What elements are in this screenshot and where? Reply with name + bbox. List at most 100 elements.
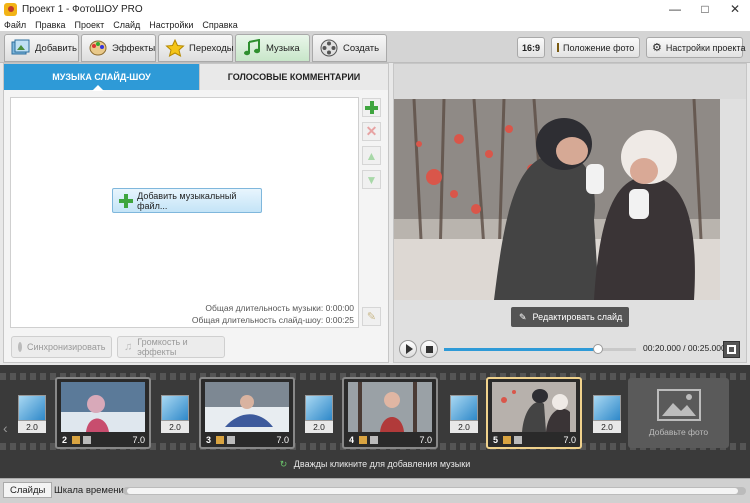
plus-icon xyxy=(365,101,378,114)
slide-item[interactable]: 3 7.0 xyxy=(199,377,295,449)
edit-slide-label: Редактировать слайд xyxy=(532,312,623,322)
tab-create[interactable]: Создать xyxy=(312,34,387,62)
slide-thumbnail xyxy=(61,382,145,432)
menu-file[interactable]: Файл xyxy=(4,20,26,30)
close-button[interactable]: ✕ xyxy=(720,0,750,18)
music-note-icon xyxy=(242,38,262,58)
sync-icon xyxy=(18,342,22,352)
view-switcher-bar: Слайды Шкала времени xyxy=(0,478,750,503)
slide-duration: 7.0 xyxy=(563,435,576,445)
maximize-button[interactable]: □ xyxy=(690,0,720,18)
add-track-button[interactable] xyxy=(362,98,381,117)
transition-duration: 2.0 xyxy=(305,421,333,433)
sound-icon[interactable] xyxy=(83,436,91,444)
menu-help[interactable]: Справка xyxy=(202,20,237,30)
tab-transitions[interactable]: Переходы xyxy=(158,34,234,62)
sound-icon[interactable] xyxy=(514,436,522,444)
add-photo-placeholder[interactable]: Добавьте фото xyxy=(628,378,729,448)
slide-item[interactable]: 2 7.0 xyxy=(55,377,151,449)
aspect-ratio-button[interactable]: 16:9 xyxy=(517,37,545,58)
slide-duration: 7.0 xyxy=(132,435,145,445)
tab-effects[interactable]: Эффекты xyxy=(81,34,156,62)
transition-item[interactable]: 2.0 xyxy=(593,395,621,433)
slide-info-bar: 4 7.0 xyxy=(344,433,436,447)
transition-item[interactable]: 2.0 xyxy=(305,395,333,433)
tab-create-label: Создать xyxy=(343,42,380,54)
edit-slide-button[interactable]: ✎ Редактировать слайд xyxy=(511,307,629,327)
player-controls: 00:20.000 / 00:25.000 xyxy=(394,336,746,362)
delete-cross-icon: ✕ xyxy=(365,123,378,139)
move-up-button[interactable]: ▲ xyxy=(362,146,381,165)
transition-thumbnail xyxy=(18,395,46,421)
slide-info-bar: 2 7.0 xyxy=(57,433,149,447)
photo-position-label: Положение фото xyxy=(563,42,635,53)
gear-icon: ⚙ xyxy=(652,42,662,54)
scroll-left-icon[interactable]: ‹ xyxy=(3,420,8,436)
slide-number: 3 xyxy=(206,435,212,445)
fullscreen-button[interactable] xyxy=(723,341,740,358)
edit-slide-icon[interactable] xyxy=(359,436,367,444)
photo-position-button[interactable]: Положение фото xyxy=(551,37,640,58)
move-down-button[interactable]: ▼ xyxy=(362,170,381,189)
tab-timeline-view[interactable]: Шкала времени xyxy=(48,482,130,498)
minimize-button[interactable]: — xyxy=(660,0,690,18)
edit-slide-icon[interactable] xyxy=(503,436,511,444)
music-list-area[interactable]: Добавить музыкальный файл... Общая длите… xyxy=(10,97,359,328)
window-title: Проект 1 - ФотоШОУ PRO xyxy=(22,3,143,15)
transition-duration: 2.0 xyxy=(593,421,621,433)
delete-track-button[interactable]: ✕ xyxy=(362,122,381,141)
slide-item-selected[interactable]: 5 7.0 xyxy=(486,377,582,449)
fullscreen-icon xyxy=(727,345,736,354)
transition-item[interactable]: 2.0 xyxy=(450,395,478,433)
subtab-slideshow-music-label: МУЗЫКА СЛАЙД-ШОУ xyxy=(52,72,151,82)
edit-slide-icon[interactable] xyxy=(216,436,224,444)
arrow-down-icon: ▼ xyxy=(365,172,378,187)
menu-settings[interactable]: Настройки xyxy=(149,20,193,30)
sound-icon[interactable] xyxy=(370,436,378,444)
tab-music[interactable]: Музыка xyxy=(235,34,310,62)
music-track-hint[interactable]: ↻ Дважды кликните для добавления музыки xyxy=(0,459,750,470)
broom-icon: ✎ xyxy=(366,311,377,323)
plus-icon xyxy=(119,193,133,208)
add-music-file-button[interactable]: Добавить музыкальный файл... xyxy=(112,188,262,213)
add-photos-icon xyxy=(11,38,31,58)
music-hint-label: Дважды кликните для добавления музыки xyxy=(293,459,471,469)
menu-slide[interactable]: Слайд xyxy=(113,20,140,30)
seek-bar[interactable] xyxy=(444,344,636,354)
tab-slides-view[interactable]: Слайды xyxy=(3,482,53,498)
add-music-file-label: Добавить музыкальный файл... xyxy=(137,190,237,211)
project-settings-button[interactable]: ⚙ Настройки проекта xyxy=(646,37,745,58)
tab-transitions-label: Переходы xyxy=(189,42,234,54)
sound-icon[interactable] xyxy=(227,436,235,444)
tab-add[interactable]: Добавить xyxy=(4,34,79,62)
slide-thumbnail xyxy=(205,382,289,432)
play-button[interactable] xyxy=(399,340,417,358)
sync-button[interactable]: Синхронизировать xyxy=(11,336,112,358)
arrow-up-icon: ▲ xyxy=(365,148,378,163)
slide-info-bar: 5 7.0 xyxy=(488,433,580,447)
pencil-icon: ✎ xyxy=(519,311,527,322)
menu-edit[interactable]: Правка xyxy=(35,20,65,30)
transition-item[interactable]: 2.0 xyxy=(161,395,189,433)
clear-tracks-button[interactable]: ✎ xyxy=(362,307,381,326)
horizontal-scrollbar[interactable] xyxy=(123,487,746,495)
slide-item[interactable]: 4 7.0 xyxy=(342,377,438,449)
subtab-voice-comments[interactable]: ГОЛОСОВЫЕ КОММЕНТАРИИ xyxy=(199,64,388,90)
edit-slide-icon[interactable] xyxy=(72,436,80,444)
volume-effects-label: Громкость и эффекты xyxy=(137,337,188,357)
menu-project[interactable]: Проект xyxy=(75,20,105,30)
subtab-slideshow-music[interactable]: МУЗЫКА СЛАЙД-ШОУ xyxy=(4,64,199,91)
volume-effects-button[interactable]: ♫ Громкость и эффекты xyxy=(117,336,225,358)
preview-header xyxy=(394,64,746,99)
transition-thumbnail xyxy=(161,395,189,421)
stop-button[interactable] xyxy=(420,340,438,358)
slide-duration: 7.0 xyxy=(419,435,432,445)
seek-handle[interactable] xyxy=(592,344,603,354)
stop-icon xyxy=(425,345,433,353)
music-duration-text: Общая длительность музыки: 0:00:00 xyxy=(205,303,354,313)
transition-item[interactable]: 2.0 xyxy=(18,395,46,433)
slides-timeline: ‹ 2.0 2 7.0 2.0 3 7.0 2.0 4 7.0 2.0 5 7.… xyxy=(0,365,750,478)
scrollbar-thumb[interactable] xyxy=(127,488,738,494)
preview-panel: ✎ Редактировать слайд 00:20.000 / 00:25.… xyxy=(393,63,747,363)
slide-thumbnail xyxy=(492,382,576,432)
